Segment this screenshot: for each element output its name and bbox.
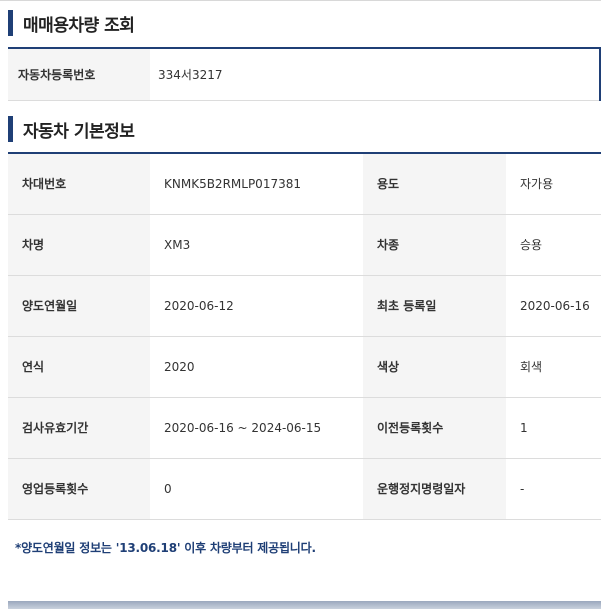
table-row: 연식 2020 색상 회색 [8,336,601,398]
table-row: 차명 XM3 차종 승용 [8,214,601,276]
info-section-title: 자동차 기본정보 [8,116,135,142]
info-label: 차명 [8,214,150,276]
info-label: 양도연월일 [8,275,150,337]
info-value: 승용 [506,214,601,276]
table-row: 검사유효기간 2020-06-16 ~ 2024-06-15 이전등록횟수 1 [8,397,601,459]
vehicle-info-table: 차대번호 KNMK5B2RMLP017381 용도 자가용 차명 XM3 차종 승용 양도연월일… [8,152,601,520]
search-section-title: 매매용차량 조회 [8,10,135,36]
info-label: 차종 [363,214,506,276]
info-value: KNMK5B2RMLP017381 [150,153,363,215]
table-row: 양도연월일 2020-06-12 최초 등록일 2020-06-16 [8,275,601,337]
info-value: 2020-06-12 [150,275,363,337]
info-label: 연식 [8,336,150,398]
search-section-heading: 매매용차량 조회 [23,15,135,36]
info-label: 영업등록횟수 [8,458,150,520]
info-label: 검사유효기간 [8,397,150,459]
info-value: XM3 [150,214,363,276]
table-row: 차대번호 KNMK5B2RMLP017381 용도 자가용 [8,153,601,215]
notice-text: *양도연월일 정보는 '13.06.18' 이후 차량부터 제공됩니다. [15,541,316,555]
info-label: 용도 [363,153,506,215]
top-divider [0,0,601,1]
info-label: 운행정지명령일자 [363,458,506,520]
registration-number-value: 334서3217 [150,48,601,101]
info-value: - [506,458,601,520]
title-accent-bar [8,10,13,36]
info-label: 최초 등록일 [363,275,506,337]
info-section-heading: 자동차 기본정보 [23,121,135,142]
table-row: 영업등록횟수 0 운행정지명령일자 - [8,458,601,520]
info-value: 회색 [506,336,601,398]
info-value: 0 [150,458,363,520]
registration-number-label: 자동차등록번호 [8,48,150,101]
info-label: 이전등록횟수 [363,397,506,459]
title-accent-bar [8,116,13,142]
info-value: 2020-06-16 ~ 2024-06-15 [150,397,363,459]
info-value: 자가용 [506,153,601,215]
info-label: 차대번호 [8,153,150,215]
bottom-bar [8,601,601,609]
table-row: 자동차등록번호 334서3217 [8,48,601,101]
info-value: 2020-06-16 [506,275,601,337]
info-label: 색상 [363,336,506,398]
info-value: 1 [506,397,601,459]
search-table: 자동차등록번호 334서3217 [8,47,601,101]
info-value: 2020 [150,336,363,398]
